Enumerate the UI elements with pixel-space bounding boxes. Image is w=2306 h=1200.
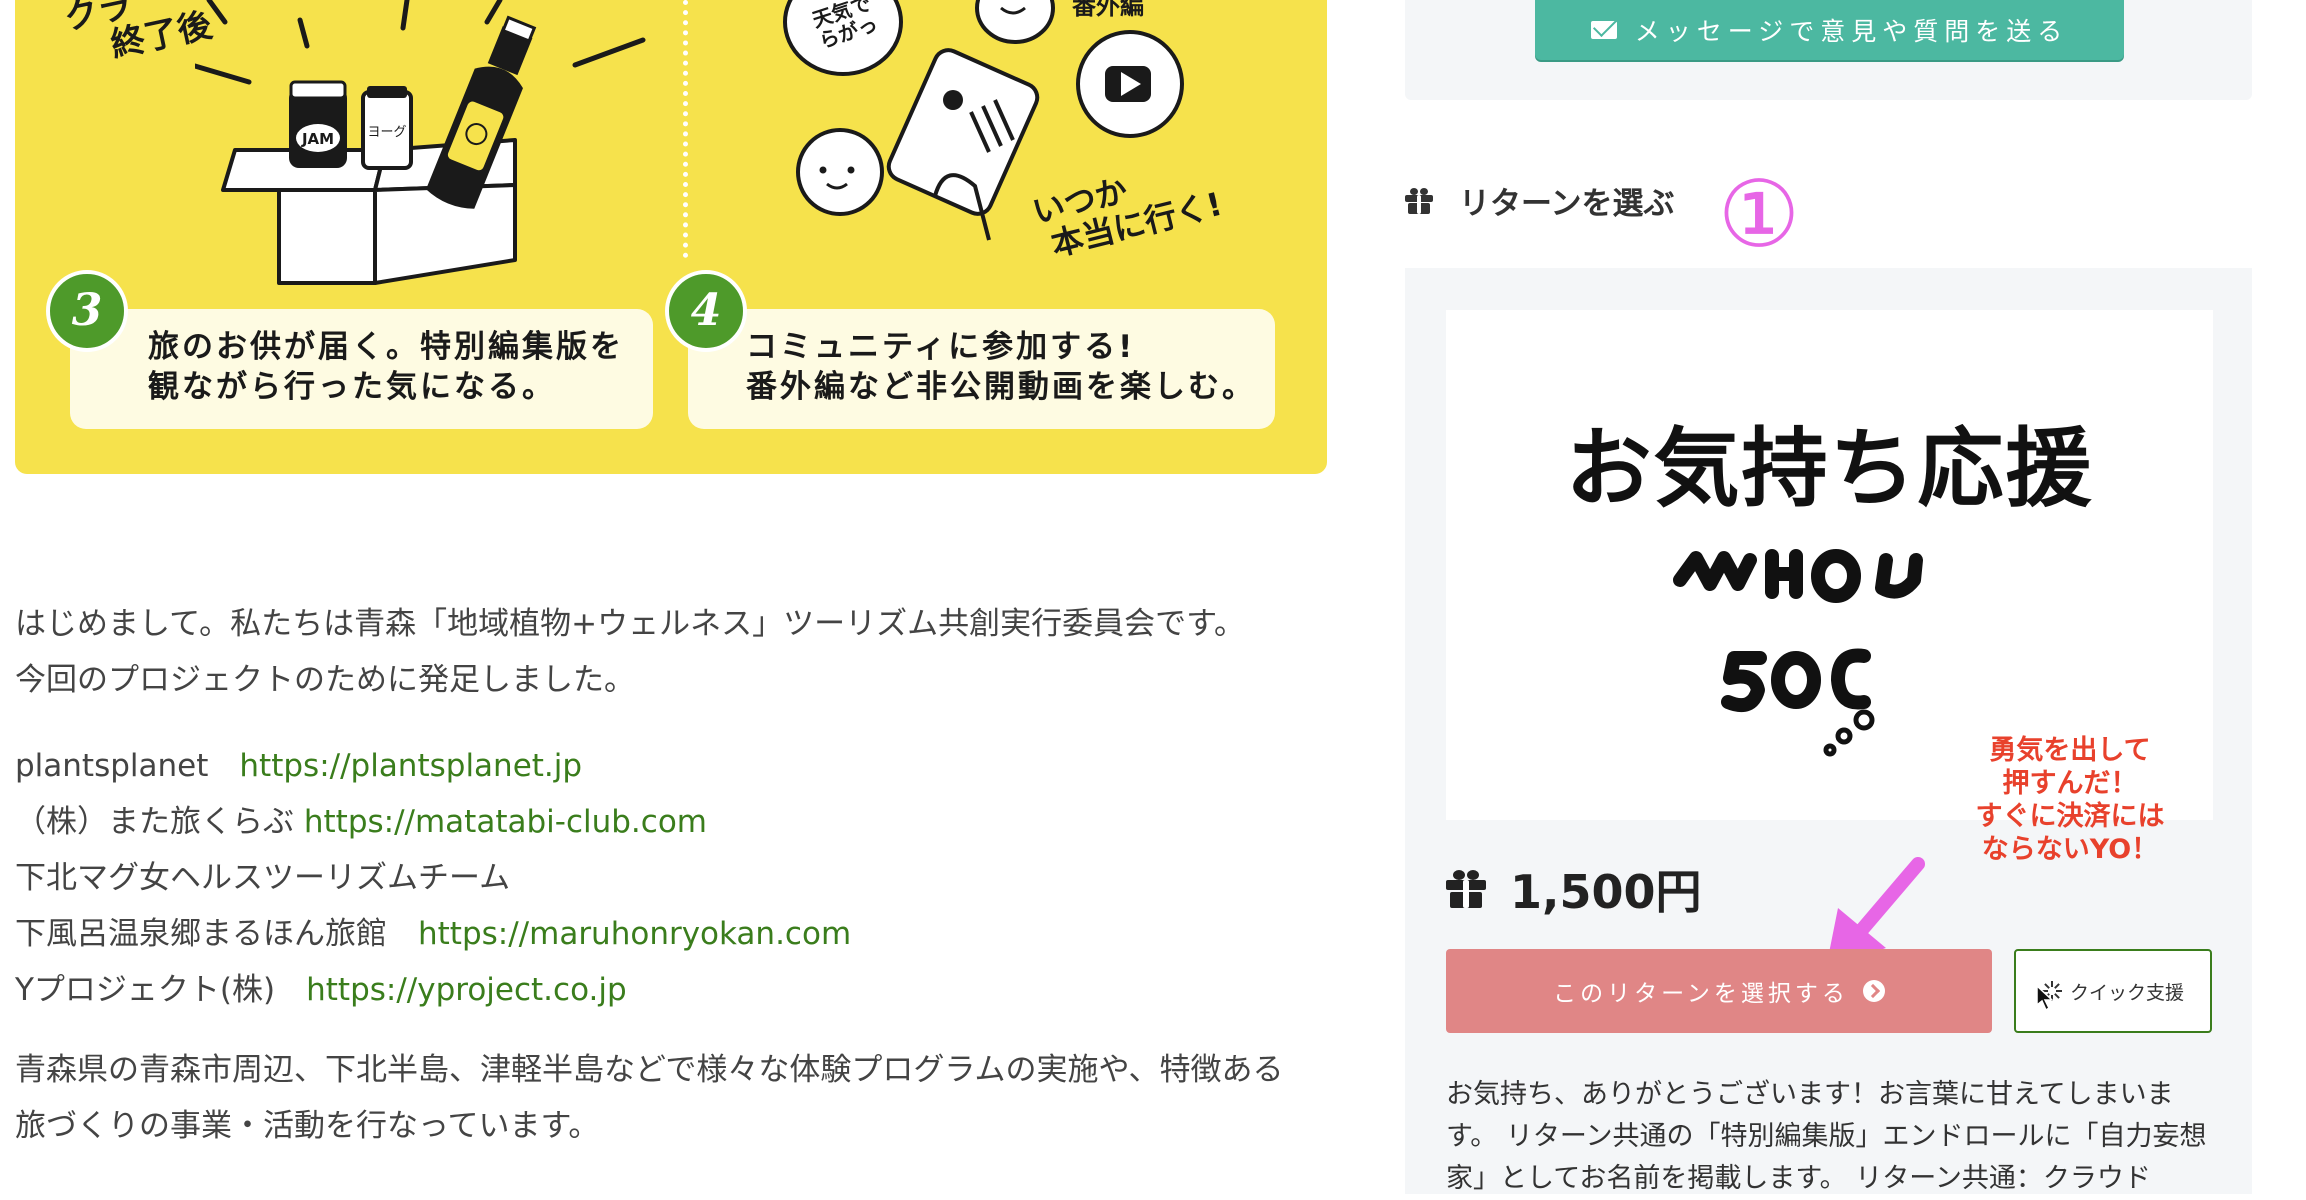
callout-line-2: 押すんだ！ xyxy=(2002,768,2138,799)
send-message-button[interactable]: メッセージで意見や質問を送る xyxy=(1535,0,2124,60)
jam-jar-label: JAM xyxy=(301,130,334,148)
reward-price: 1,500円 xyxy=(1446,856,1702,922)
envelope-icon xyxy=(1590,21,1617,39)
mouse-cursor-icon xyxy=(2036,985,2054,1011)
step-3-card: 旅のお供が届く。特別編集版を 観ながら行った気になる。 xyxy=(70,309,653,429)
illustration-banner: クラ 終了後 JAM ヨーグ 天気で らがっ 番外編 いつか 本当に行く! 旅の… xyxy=(15,0,1327,474)
step-3-line-2: 観ながら行った気になる。 xyxy=(148,369,556,405)
project-description: はじめまして。私たちは青森「地域植物+ウェルネス」ツーリズム共創実行委員会です。… xyxy=(15,596,1335,1154)
member-name: （株）また旅くらぶ xyxy=(15,804,304,840)
member-name: plantsplanet xyxy=(15,748,240,784)
select-reward-label: このリターンを選択する xyxy=(1553,981,1849,1007)
reward-price-value: 1,500円 xyxy=(1510,865,1702,919)
activities-line-1: 青森県の青森市周辺、下北半島、津軽半島などで様々な体験プログラムの実施や、特徴あ… xyxy=(15,1052,1284,1088)
step-4-line-2: 番外編など非公開動画を楽しむ。 xyxy=(746,369,1256,405)
member-row: 下北マグ女ヘルスツーリズムチーム xyxy=(15,850,1335,906)
reward-image-title: お気持ち応援 xyxy=(1565,419,2094,519)
step-4-badge: 4 xyxy=(665,270,747,352)
member-name: Yプロジェクト(株) xyxy=(15,972,307,1008)
step-3-line-1: 旅のお供が届く。特別編集版を xyxy=(148,329,624,365)
member-row: 下風呂温泉郷まるほん旅館 https://maruhonryokan.com xyxy=(15,906,1335,962)
step-marker: ① xyxy=(1717,161,1801,268)
member-row: （株）また旅くらぶ https://matatabi-club.com xyxy=(15,794,1335,850)
intro-line-1: はじめまして。私たちは青森「地域植物+ウェルネス」ツーリズム共創実行委員会です。 xyxy=(15,606,1246,642)
extra-bubble-text: 番外編 xyxy=(1072,0,1144,20)
callout-annotation: 勇気を出して 押すんだ！ すぐに決済には ならないYO！ xyxy=(1910,734,2230,866)
callout-line-1: 勇気を出して xyxy=(1989,735,2151,766)
returns-heading: リターンを選ぶ xyxy=(1405,178,1674,223)
step-4-line-1: コミュニティに参加する! xyxy=(746,329,1136,365)
member-row: plantsplanet https://plantsplanet.jp xyxy=(15,738,1335,794)
step-3-badge: 3 xyxy=(46,270,128,352)
member-link[interactable]: https://matatabi-club.com xyxy=(304,804,707,840)
panel-divider xyxy=(683,0,688,258)
arrow-right-circle-icon xyxy=(1862,980,1885,1002)
gift-icon xyxy=(1405,187,1433,214)
returns-heading-label: リターンを選ぶ xyxy=(1459,186,1675,222)
intro-line-2: 今回のプロジェクトのために発足しました。 xyxy=(15,662,635,698)
callout-line-3: すぐに決済には xyxy=(1975,801,2165,832)
member-link[interactable]: https://plantsplanet.jp xyxy=(239,748,582,784)
member-name: 下風呂温泉郷まるほん旅館 xyxy=(15,916,418,952)
member-link[interactable]: https://yproject.co.jp xyxy=(306,972,627,1008)
goods-box-illustration: JAM ヨーグ xyxy=(195,0,646,285)
reward-description: お気持ち、ありがとうございます！お言葉に甘えてしまいます。 リターン共通の「特別… xyxy=(1446,1079,2207,1194)
callout-line-4: ならないYO！ xyxy=(1981,834,2159,865)
step-4-card: コミュニティに参加する! 番外編など非公開動画を楽しむ。 xyxy=(688,309,1275,429)
handwritten-note: クラ 終了後 xyxy=(61,0,216,72)
member-name: 下北マグ女ヘルスツーリズムチーム xyxy=(15,860,511,896)
member-link[interactable]: https://maruhonryokan.com xyxy=(418,916,851,952)
gift-icon xyxy=(1446,870,1486,908)
select-reward-button[interactable]: このリターンを選択する xyxy=(1446,949,1992,1033)
yogurt-jar-label: ヨーグ xyxy=(367,125,406,140)
quick-support-label: クイック支援 xyxy=(2069,981,2184,1004)
member-row: Yプロジェクト(株) https://yproject.co.jp xyxy=(15,962,1335,1018)
send-message-label: メッセージで意見や質問を送る xyxy=(1634,17,2069,46)
activities-line-2: 旅づくりの事業・活動を行なっています。 xyxy=(15,1108,600,1144)
